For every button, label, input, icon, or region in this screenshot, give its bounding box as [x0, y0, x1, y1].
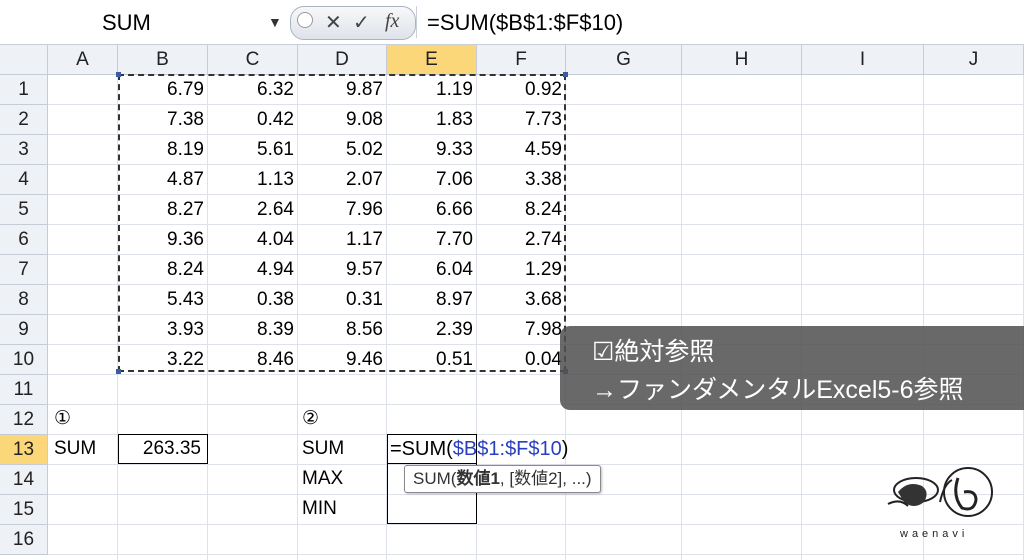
select-all-corner[interactable]	[0, 45, 48, 75]
column-header-i[interactable]: I	[802, 45, 924, 75]
row-header-15[interactable]: 15	[0, 495, 48, 525]
column-header-e[interactable]: E	[387, 45, 477, 75]
name-box-value: SUM	[102, 10, 151, 35]
column-header-j[interactable]: J	[924, 45, 1024, 75]
formula-prefix: =SUM(	[390, 438, 453, 460]
formula-buttons: ✕ ✓ fx	[290, 6, 416, 40]
cell-e15-box[interactable]	[387, 494, 477, 524]
formula-input[interactable]: =SUM($B$1:$F$10)	[416, 6, 1024, 38]
marquee-corner	[116, 369, 121, 374]
row-gridline	[48, 554, 1024, 555]
name-box[interactable]: SUM ▼	[0, 6, 286, 38]
formula-text: =SUM($B$1:$F$10)	[427, 10, 624, 35]
enter-button[interactable]: ✓	[353, 10, 370, 35]
row-header-10[interactable]: 10	[0, 345, 48, 375]
row-header-1[interactable]: 1	[0, 75, 48, 105]
column-header-a[interactable]: A	[48, 45, 118, 75]
column-header-h[interactable]: H	[682, 45, 802, 75]
row-header-4[interactable]: 4	[0, 165, 48, 195]
function-argument-tooltip: SUM(数値1, [数値2], ...)	[404, 465, 601, 493]
marquee-corner	[563, 72, 568, 77]
row-header-5[interactable]: 5	[0, 195, 48, 225]
chevron-down-icon[interactable]: ▼	[268, 14, 282, 30]
column-header-f[interactable]: F	[477, 45, 566, 75]
column-gridline	[681, 75, 682, 560]
row-header-12[interactable]: 12	[0, 405, 48, 435]
cell-b13-result[interactable]: 263.35	[118, 434, 208, 464]
cell-a12[interactable]: ①	[54, 404, 71, 434]
row-header-16[interactable]: 16	[0, 525, 48, 555]
cell-d12[interactable]: ②	[302, 404, 319, 434]
row-header-3[interactable]: 3	[0, 135, 48, 165]
cell-e13-formula: =SUM($B$1:$F$10)	[390, 435, 568, 463]
row-header-2[interactable]: 2	[0, 105, 48, 135]
overlay-line-2: →ファンダメンタルExcel5-6参照	[592, 376, 964, 404]
row-header-11[interactable]: 11	[0, 375, 48, 405]
row-header-14[interactable]: 14	[0, 465, 48, 495]
row-header-7[interactable]: 7	[0, 255, 48, 285]
tooltip-rest: , [数値2], ...)	[499, 469, 592, 488]
insert-function-button[interactable]: fx	[385, 10, 399, 33]
cell-a13[interactable]: SUM	[54, 434, 96, 464]
annotation-overlay: ☑絶対参照 →ファンダメンタルExcel5-6参照	[560, 326, 1024, 410]
row-header-13[interactable]: 13	[0, 435, 48, 465]
marquee-corner	[116, 72, 121, 77]
formula-bar: SUM ▼ ✕ ✓ fx =SUM($B$1:$F$10)	[0, 0, 1024, 45]
formula-suffix: )	[561, 438, 569, 460]
formula-range-ref: $B$1:$F$10	[452, 438, 562, 460]
overlay-line-1: ☑絶対参照	[592, 338, 715, 366]
row-header-9[interactable]: 9	[0, 315, 48, 345]
column-header-d[interactable]: D	[298, 45, 387, 75]
column-header-g[interactable]: G	[566, 45, 682, 75]
column-header-b[interactable]: B	[118, 45, 208, 75]
row-header-6[interactable]: 6	[0, 225, 48, 255]
cell-d13[interactable]: SUM	[302, 434, 344, 464]
column-header-c[interactable]: C	[208, 45, 298, 75]
cell-d15[interactable]: MIN	[302, 494, 337, 524]
resize-grip-icon[interactable]	[297, 12, 313, 28]
cancel-button[interactable]: ✕	[325, 10, 342, 35]
tooltip-fn: SUM(	[413, 469, 457, 488]
tooltip-arg-active[interactable]: 数値1	[456, 469, 499, 488]
copy-range-marquee	[116, 72, 568, 374]
column-gridline	[801, 75, 802, 560]
row-header-8[interactable]: 8	[0, 285, 48, 315]
logo-caption: waenavi	[900, 528, 969, 540]
cell-d14[interactable]: MAX	[302, 464, 343, 494]
